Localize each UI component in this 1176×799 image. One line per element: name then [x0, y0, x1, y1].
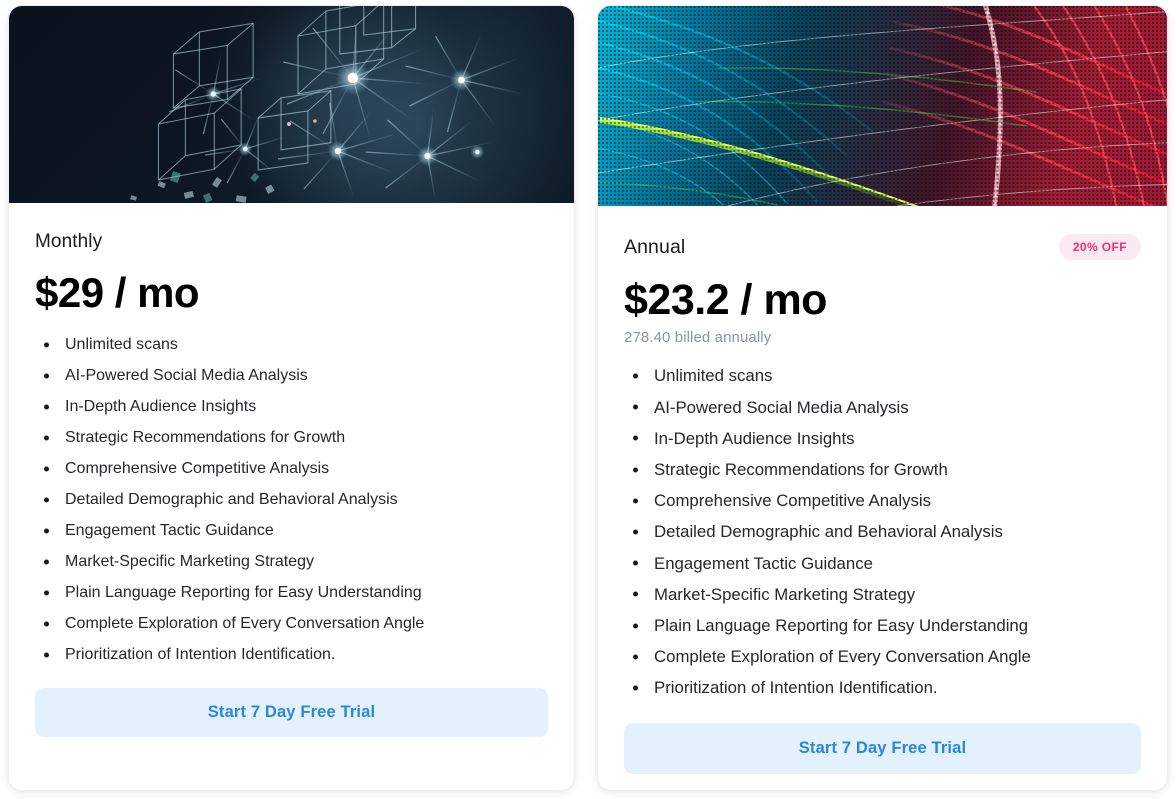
pricing-card-annual[interactable]: Annual 20% OFF $23.2 / mo 278.40 billed … [597, 5, 1168, 791]
feature-item: In-Depth Audience Insights [624, 423, 1141, 454]
plan-price: $29 / mo [35, 269, 200, 316]
plan-header-monthly: Monthly [35, 231, 548, 253]
feature-item: AI-Powered Social Media Analysis [624, 392, 1141, 423]
plan-body-annual: Annual 20% OFF $23.2 / mo 278.40 billed … [598, 206, 1167, 774]
start-free-trial-button[interactable]: Start 7 Day Free Trial [624, 722, 1141, 774]
feature-item: Plain Language Reporting for Easy Unders… [35, 577, 548, 608]
feature-item: Engagement Tactic Guidance [35, 515, 548, 546]
feature-item: Engagement Tactic Guidance [624, 548, 1141, 579]
feature-item: Plain Language Reporting for Easy Unders… [624, 610, 1141, 641]
feature-list: Unlimited scans AI-Powered Social Media A… [624, 360, 1141, 703]
pricing-card-monthly[interactable]: Monthly $29 / mo Unlimited scans AI-Power… [8, 5, 575, 791]
feature-list: Unlimited scans AI-Powered Social Media A… [35, 329, 548, 670]
pricing-plans-container: Monthly $29 / mo Unlimited scans AI-Power… [0, 0, 1176, 799]
feature-item: Prioritization of Intention Identificati… [624, 672, 1141, 703]
feature-item: Prioritization of Intention Identificati… [35, 639, 548, 670]
feature-item: Strategic Recommendations for Growth [35, 422, 548, 453]
plan-header-annual: Annual 20% OFF [624, 234, 1141, 260]
feature-item: Complete Exploration of Every Conversati… [35, 608, 548, 639]
plan-body-monthly: Monthly $29 / mo Unlimited scans AI-Power… [9, 203, 574, 738]
feature-item: Market-Specific Marketing Strategy [35, 546, 548, 577]
billed-annually-note: 278.40 billed annually [624, 329, 772, 347]
discount-badge: 20% OFF [1058, 234, 1141, 260]
start-free-trial-button[interactable]: Start 7 Day Free Trial [35, 688, 548, 738]
feature-item: Market-Specific Marketing Strategy [624, 579, 1141, 610]
feature-item: Detailed Demographic and Behavioral Anal… [624, 516, 1141, 547]
feature-item: Detailed Demographic and Behavioral Anal… [35, 484, 548, 515]
plan-hero-image-monthly [9, 6, 574, 203]
feature-item: Unlimited scans [35, 329, 548, 360]
feature-item: Strategic Recommendations for Growth [624, 454, 1141, 485]
feature-item: Unlimited scans [624, 360, 1141, 391]
plan-hero-image-annual [598, 6, 1167, 206]
feature-item: Complete Exploration of Every Conversati… [624, 641, 1141, 672]
plan-price: $23.2 / mo [624, 276, 827, 324]
feature-item: In-Depth Audience Insights [35, 391, 548, 422]
plan-name: Monthly [35, 231, 103, 252]
feature-item: AI-Powered Social Media Analysis [35, 360, 548, 391]
feature-item: Comprehensive Competitive Analysis [35, 453, 548, 484]
plan-name: Annual [624, 235, 686, 258]
feature-item: Comprehensive Competitive Analysis [624, 485, 1141, 516]
